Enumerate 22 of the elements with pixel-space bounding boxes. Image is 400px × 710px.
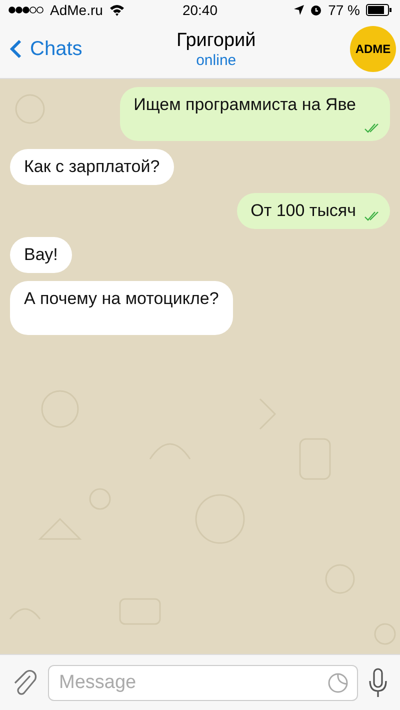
battery-percent: 77 % [328, 2, 360, 18]
message-text: Как с зарплатой? [24, 157, 160, 176]
avatar-button[interactable]: ADME [350, 26, 396, 72]
message-text: Вау! [24, 245, 58, 264]
chevron-left-icon [10, 39, 22, 59]
location-arrow-icon [294, 5, 304, 15]
message-text: Ищем программиста на Яве [134, 95, 356, 114]
microphone-icon[interactable] [368, 666, 388, 698]
signal-icon [8, 6, 44, 14]
contact-name: Григорий [176, 30, 256, 52]
back-button[interactable]: Chats [10, 38, 82, 60]
carrier-name: AdMe.ru [50, 2, 103, 18]
clock-time: 20:40 [182, 2, 218, 18]
sticker-icon[interactable] [327, 672, 349, 694]
paperclip-icon[interactable] [12, 668, 38, 698]
alarm-clock-icon [310, 4, 322, 16]
wifi-icon [108, 4, 125, 16]
online-status: online [196, 52, 236, 68]
message-field[interactable]: Message [48, 664, 358, 700]
message-text: От 100 тысяч [250, 201, 356, 220]
battery-icon [366, 4, 392, 16]
message-text: А почему на мотоцикле? [24, 289, 219, 308]
